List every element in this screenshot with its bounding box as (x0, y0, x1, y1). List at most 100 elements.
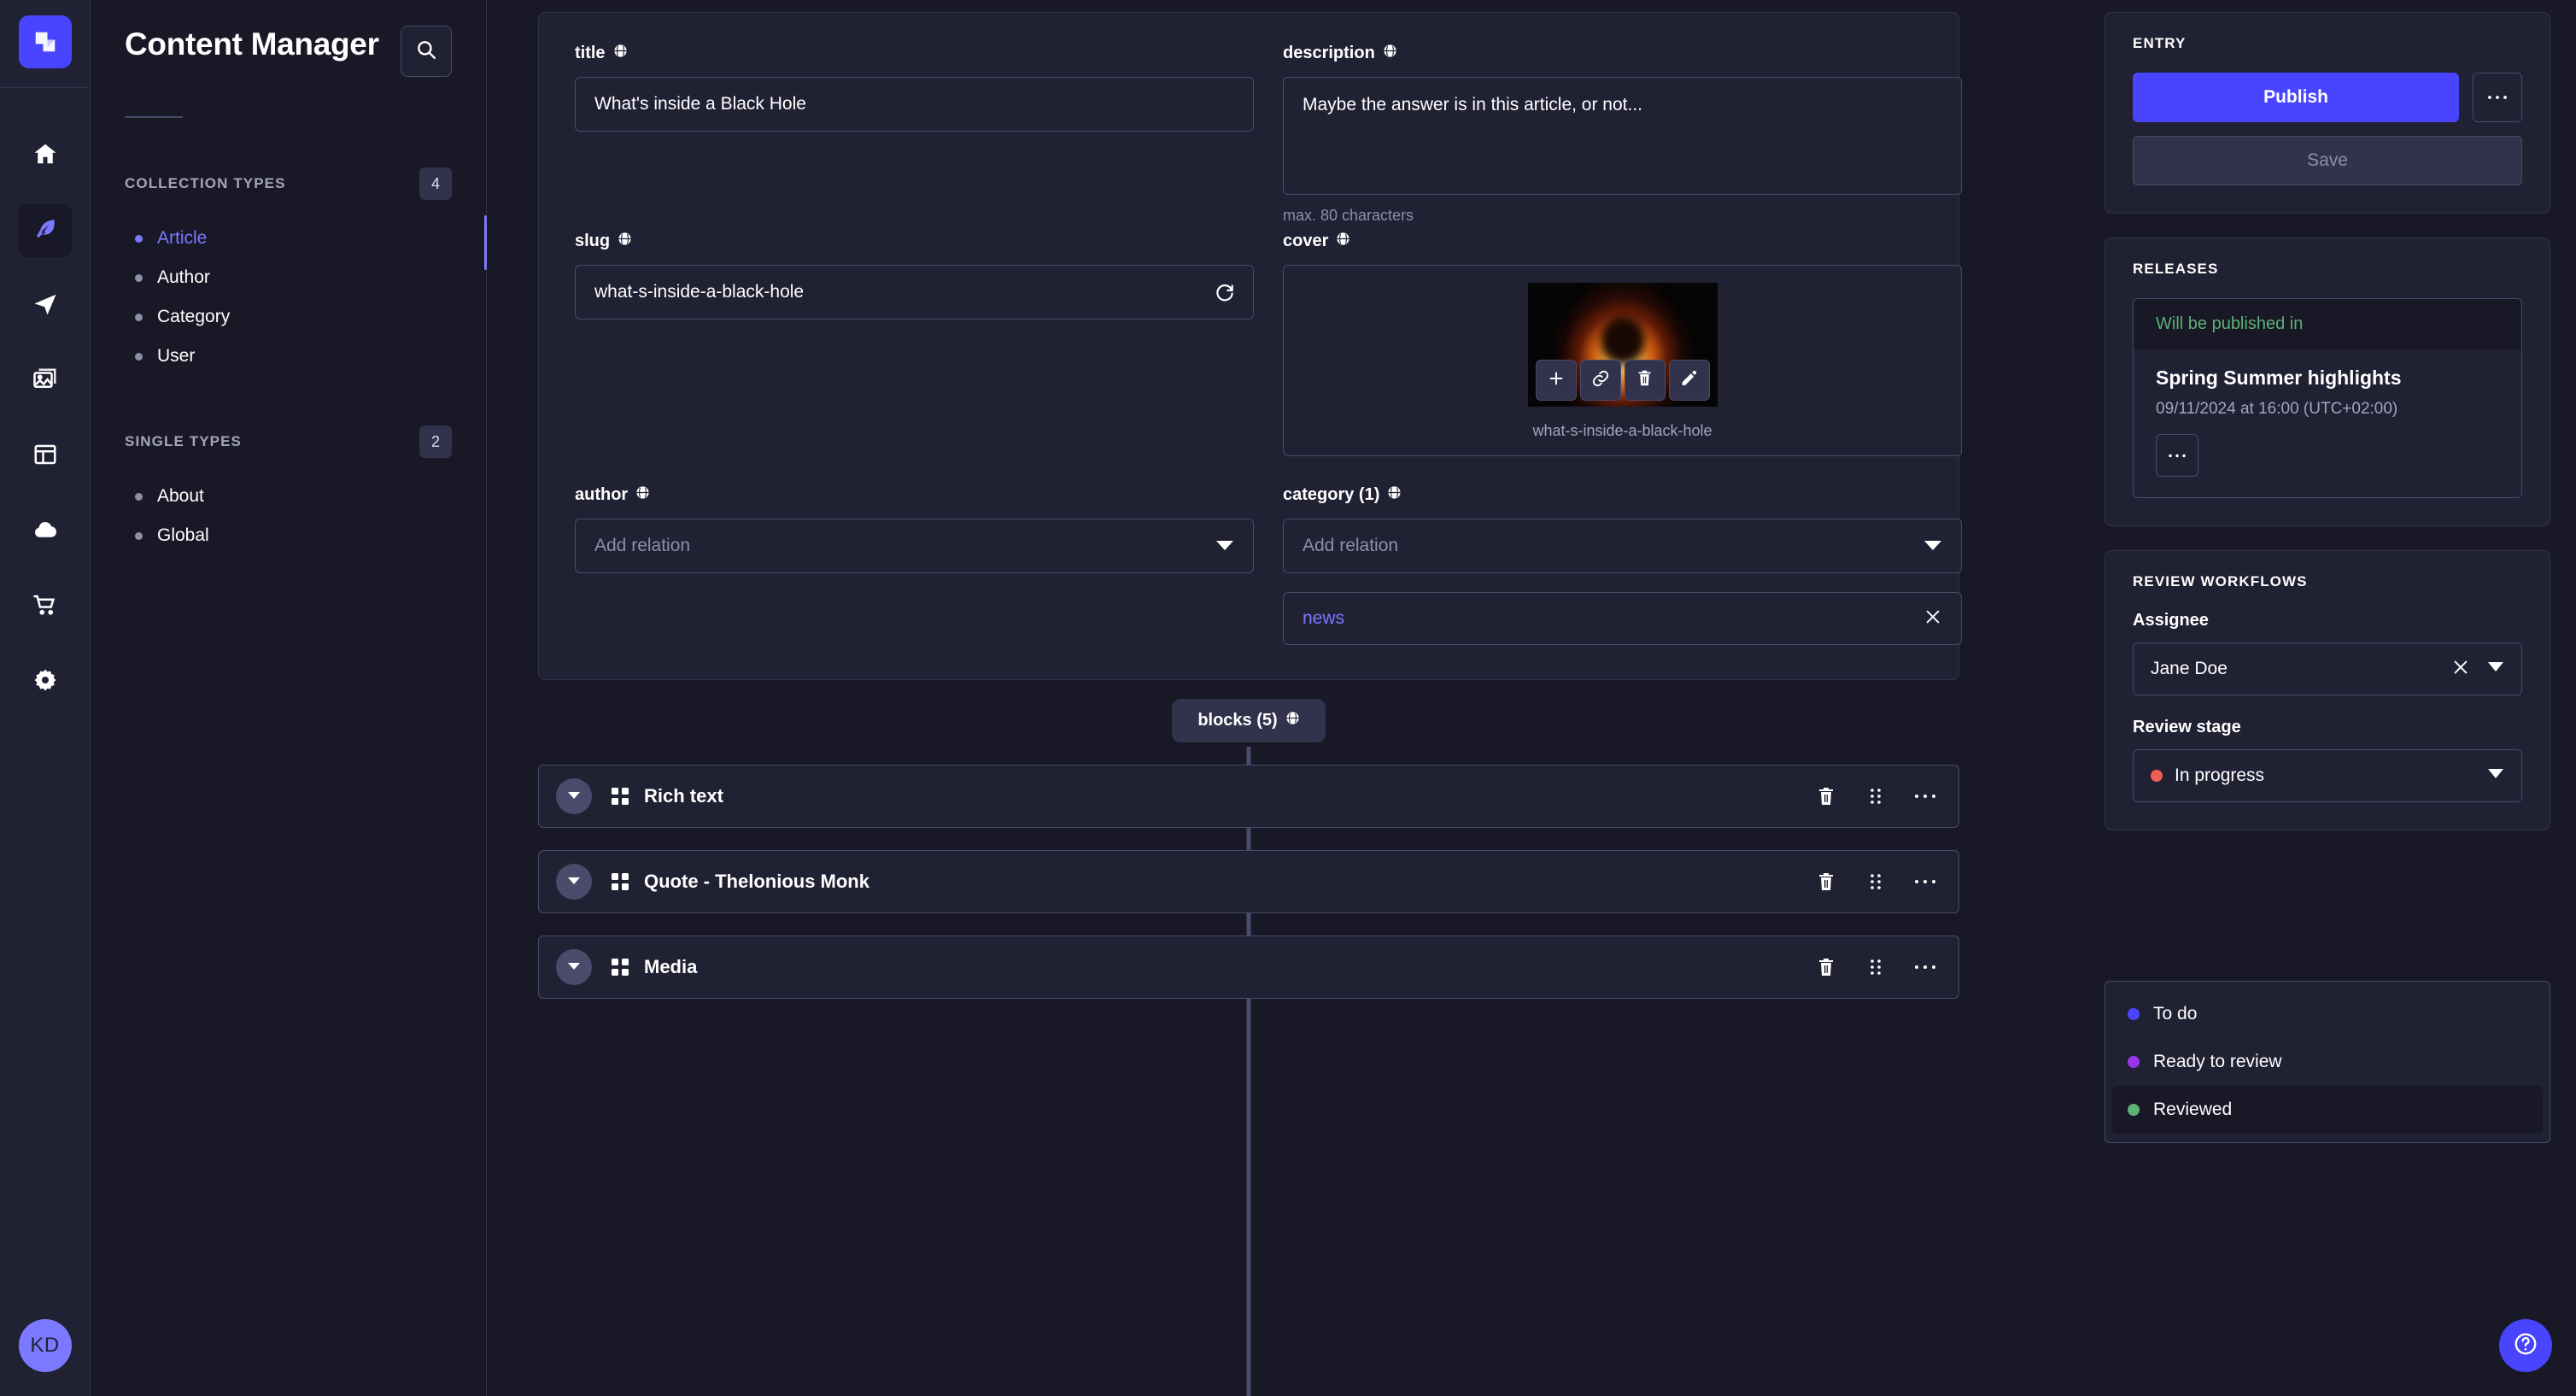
bullet-icon (135, 235, 143, 243)
author-relation-select[interactable]: Add relation (575, 519, 1254, 573)
field-category: category (1) Add relation (1283, 485, 1962, 645)
blocks-section: blocks (5) (538, 699, 1959, 999)
field-description: description Maybe the answer is in this … (1283, 44, 1962, 225)
main-content: title What's inside a Black Hole (487, 0, 2105, 1396)
release-status-header: Will be published in (2134, 299, 2521, 349)
ellipsis-icon[interactable] (1911, 782, 1940, 811)
status-badge: Will be published in (2156, 314, 2303, 333)
title-input[interactable]: What's inside a Black Hole (575, 77, 1254, 132)
releases-panel-title: RELEASES (2133, 261, 2522, 278)
drag-handle-icon[interactable] (1861, 867, 1890, 896)
bullet-icon (135, 274, 143, 282)
cloud-icon (32, 517, 58, 547)
refresh-icon[interactable] (1214, 281, 1236, 303)
sidebar-item-author[interactable]: Author (125, 258, 452, 297)
grid-icon (611, 787, 629, 806)
nav-pages[interactable] (19, 430, 72, 483)
bullet-icon (135, 314, 143, 321)
globe-icon (1285, 711, 1300, 730)
field-cover: cover (1283, 232, 1962, 456)
assignee-value: Jane Doe (2151, 659, 2451, 679)
entry-form: title What's inside a Black Hole (538, 12, 1959, 680)
delete-asset-button[interactable] (1625, 360, 1666, 401)
review-stage-select[interactable]: In progress (2133, 749, 2522, 802)
globe-icon (1336, 232, 1350, 251)
ellipsis-icon (2487, 90, 2508, 105)
table-row[interactable]: Rich text (538, 765, 1959, 828)
publish-button[interactable]: Publish (2133, 73, 2459, 122)
sidebar-item-category[interactable]: Category (125, 297, 452, 337)
nav-cloud[interactable] (19, 505, 72, 558)
table-row[interactable]: Quote - Thelonious Monk (538, 850, 1959, 913)
description-textarea[interactable]: Maybe the answer is in this article, or … (1283, 77, 1962, 195)
media-library-icon (32, 367, 58, 396)
sidebar-item-label: Global (157, 525, 209, 546)
entry-more-button[interactable] (2473, 73, 2522, 122)
drag-handle-icon[interactable] (1861, 782, 1890, 811)
category-tag-label[interactable]: news (1303, 608, 1344, 629)
edit-asset-button[interactable] (1669, 360, 1710, 401)
ellipsis-icon[interactable] (1911, 867, 1940, 896)
black-hole-core (1601, 315, 1645, 365)
globe-icon (635, 485, 650, 505)
field-title: title What's inside a Black Hole (575, 44, 1254, 225)
drag-handle-icon[interactable] (1861, 953, 1890, 982)
search-icon (415, 38, 437, 65)
close-icon[interactable] (1923, 607, 1942, 631)
sidebar-item-about[interactable]: About (125, 477, 452, 516)
add-asset-button[interactable] (1536, 360, 1577, 401)
trash-icon[interactable] (1812, 953, 1841, 982)
chevron-down-icon[interactable] (2487, 661, 2504, 677)
expand-block-button[interactable] (556, 949, 592, 985)
dropdown-option-label: Ready to review (2153, 1052, 2282, 1072)
sidebar-item-label: Author (157, 267, 210, 288)
save-button[interactable]: Save (2133, 136, 2522, 185)
feather-icon (32, 216, 58, 246)
trash-icon[interactable] (1812, 782, 1841, 811)
sidebar-item-label: Category (157, 307, 230, 327)
nav-home[interactable] (19, 129, 72, 182)
nav-marketplace[interactable] (19, 580, 72, 633)
category-relation-select[interactable]: Add relation (1283, 519, 1962, 573)
category-label: category (1) (1283, 485, 1962, 505)
right-panel: ENTRY Publish Save RELEASES Will be publ… (2105, 0, 2576, 1396)
app-root: KD Content Manager COLLECTION TYPES 4 Ar… (0, 0, 2576, 1396)
collection-types-label: COLLECTION TYPES (125, 175, 286, 192)
author-placeholder: Add relation (594, 536, 690, 556)
chevron-down-icon (567, 789, 581, 804)
strapi-logo-icon[interactable] (19, 15, 72, 68)
trash-icon[interactable] (1812, 867, 1841, 896)
nav-content-manager[interactable] (19, 204, 72, 257)
expand-block-button[interactable] (556, 778, 592, 814)
sidebar-item-article[interactable]: Article (125, 219, 452, 258)
assignee-select[interactable]: Jane Doe (2133, 642, 2522, 695)
ellipsis-icon[interactable] (1911, 953, 1940, 982)
nav-content-type-builder[interactable] (19, 279, 72, 332)
ellipsis-icon (2168, 448, 2187, 463)
dropdown-option-ready-to-review[interactable]: Ready to review (2112, 1038, 2543, 1086)
release-more-button[interactable] (2156, 434, 2198, 477)
help-button[interactable] (2499, 1319, 2552, 1372)
nav-media-library[interactable] (19, 355, 72, 408)
dropdown-option-to-do[interactable]: To do (2112, 990, 2543, 1038)
close-icon[interactable] (2451, 658, 2470, 681)
avatar[interactable]: KD (19, 1319, 72, 1372)
category-placeholder: Add relation (1303, 536, 1398, 556)
rail-divider (0, 87, 91, 88)
sidebar-item-user[interactable]: User (125, 337, 452, 376)
collection-types-count: 4 (419, 167, 452, 200)
copy-link-button[interactable] (1580, 360, 1621, 401)
search-button[interactable] (401, 26, 452, 77)
table-row[interactable]: Media (538, 936, 1959, 999)
chevron-down-icon[interactable] (2487, 768, 2504, 783)
expand-block-button[interactable] (556, 864, 592, 900)
slug-input[interactable]: what-s-inside-a-black-hole (575, 265, 1254, 320)
title-divider (125, 116, 183, 118)
nav-settings[interactable] (19, 655, 72, 708)
release-date: 09/11/2024 at 16:00 (UTC+02:00) (2156, 400, 2499, 419)
chevron-down-icon (567, 874, 581, 889)
dropdown-option-reviewed[interactable]: Reviewed (2112, 1086, 2543, 1134)
sidebar-item-global[interactable]: Global (125, 516, 452, 555)
sidebar-item-label: User (157, 346, 195, 367)
release-card: Will be published in Spring Summer highl… (2133, 298, 2522, 498)
